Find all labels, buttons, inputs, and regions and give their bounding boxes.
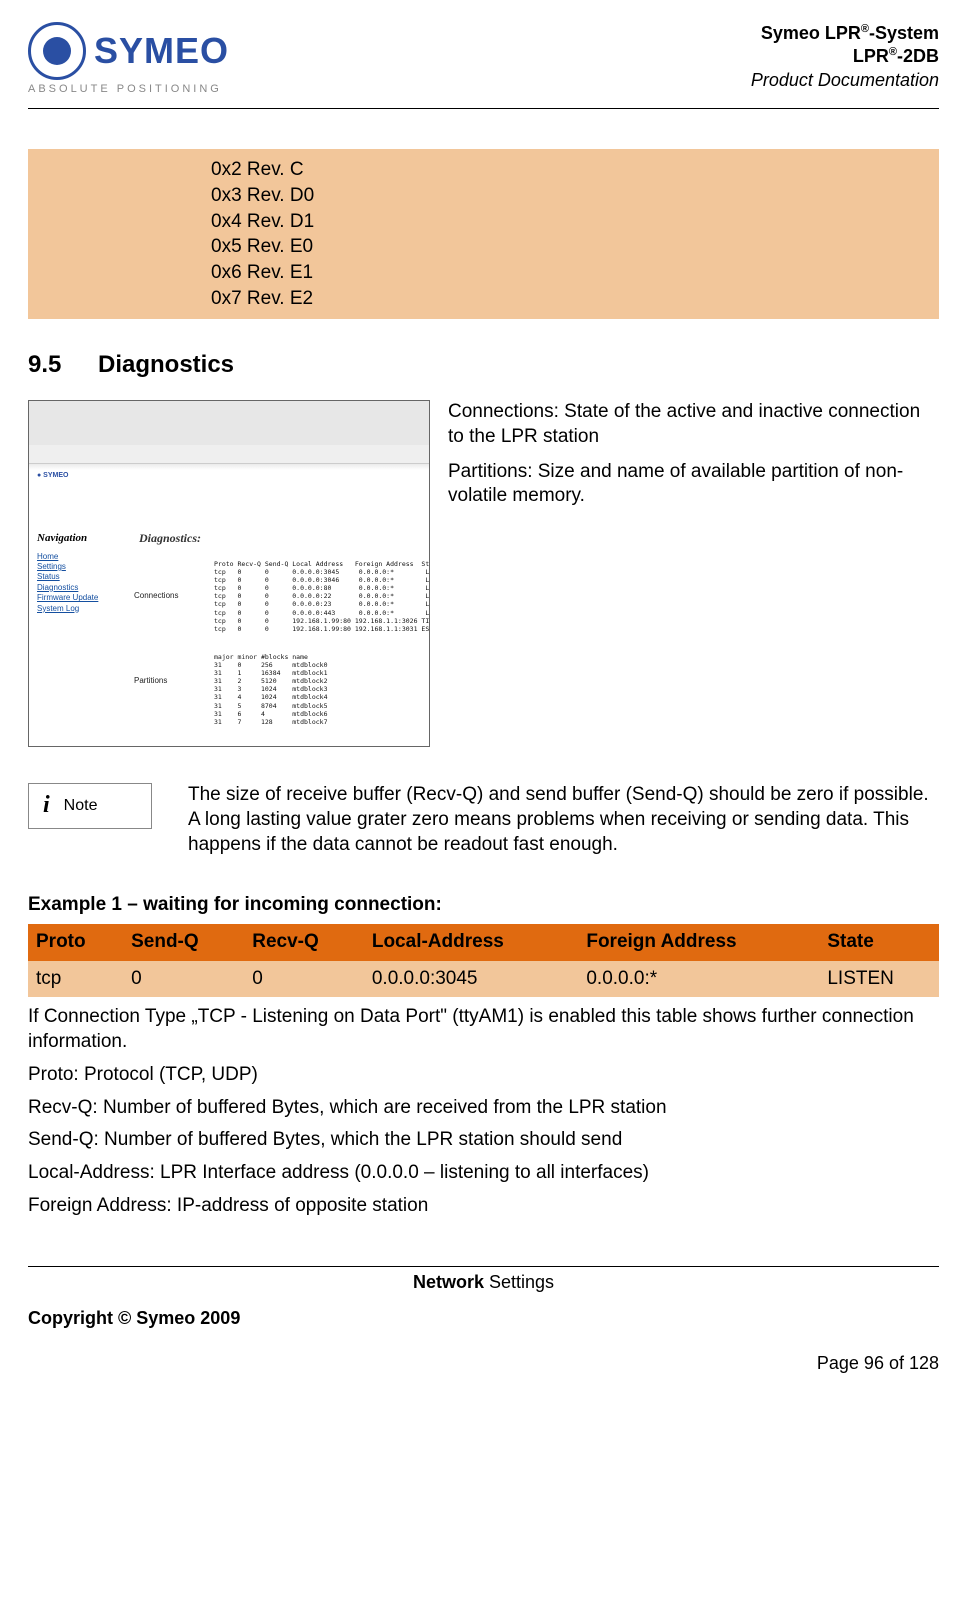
- th-state: State: [819, 924, 939, 961]
- note-text: The size of receive buffer (Recv-Q) and …: [188, 783, 939, 857]
- after-p: Proto: Protocol (TCP, UDP): [28, 1063, 939, 1088]
- logo-text: SYMEO: [94, 28, 229, 75]
- info-icon: i: [43, 790, 50, 821]
- rev-item: 0x4 Rev. D1: [211, 209, 314, 235]
- header-title-block: Symeo LPR®-System LPR®-2DB Product Docum…: [751, 22, 939, 92]
- after-p: Foreign Address: IP-address of opposite …: [28, 1194, 939, 1219]
- after-p: Send-Q: Number of buffered Bytes, which …: [28, 1128, 939, 1153]
- th-foreign: Foreign Address: [578, 924, 819, 961]
- diagnostics-text: Connections: State of the active and ina…: [448, 400, 939, 519]
- hdr-line3: Product Documentation: [751, 69, 939, 92]
- th-proto: Proto: [28, 924, 123, 961]
- mini-conn-table: Proto Recv-Q Send-Q Local Address Foreig…: [214, 560, 430, 633]
- th-sendq: Send-Q: [123, 924, 244, 961]
- note-badge: i Note: [28, 783, 152, 828]
- hdr-line1b: -System: [869, 23, 939, 43]
- rev-item: 0x6 Rev. E1: [211, 260, 314, 286]
- hdr-line2a: LPR: [853, 46, 889, 66]
- rev-item: 0x5 Rev. E0: [211, 234, 314, 260]
- hdr-line1a: Symeo LPR: [761, 23, 861, 43]
- section-number: 9.5: [28, 349, 98, 380]
- diagnostics-screenshot: ● SYMEO Navigation Home Settings Status …: [28, 400, 430, 747]
- after-p: If Connection Type „TCP - Listening on D…: [28, 1005, 939, 1054]
- rev-item: 0x3 Rev. D0: [211, 183, 314, 209]
- logo-block: SYMEO ABSOLUTE POSITIONING: [28, 22, 229, 96]
- example-heading: Example 1 – waiting for incoming connect…: [28, 893, 939, 918]
- footer-copyright: Copyright © Symeo 2009: [28, 1307, 939, 1330]
- revision-list: 0x2 Rev. C 0x3 Rev. D0 0x4 Rev. D1 0x5 R…: [211, 157, 314, 311]
- section-title: Diagnostics: [98, 351, 234, 378]
- diag-p1: Connections: State of the active and ina…: [448, 400, 939, 449]
- rev-item: 0x2 Rev. C: [211, 157, 314, 183]
- page-header: SYMEO ABSOLUTE POSITIONING Symeo LPR®-Sy…: [28, 22, 939, 108]
- header-rule: [28, 108, 939, 109]
- after-p: Local-Address: LPR Interface address (0.…: [28, 1161, 939, 1186]
- example-table: Proto Send-Q Recv-Q Local-Address Foreig…: [28, 924, 939, 997]
- th-local: Local-Address: [364, 924, 579, 961]
- table-row: tcp 0 0 0.0.0.0:3045 0.0.0.0:* LISTEN: [28, 961, 939, 998]
- revision-box: 0x2 Rev. C 0x3 Rev. D0 0x4 Rev. D1 0x5 R…: [28, 149, 939, 319]
- section-heading: 9.5Diagnostics: [28, 349, 939, 380]
- note-row: i Note The size of receive buffer (Recv-…: [28, 783, 939, 857]
- footer-page-number: Page 96 of 128: [28, 1352, 939, 1375]
- rev-item: 0x7 Rev. E2: [211, 286, 314, 312]
- note-label: Note: [64, 796, 98, 817]
- footer-section: Network Settings: [28, 1267, 939, 1298]
- logo-subtext: ABSOLUTE POSITIONING: [28, 82, 229, 96]
- after-p: Recv-Q: Number of buffered Bytes, which …: [28, 1096, 939, 1121]
- diag-p2: Partitions: Size and name of available p…: [448, 460, 939, 509]
- mini-part-table: major minor #blocks name 31 0 256 mtdblo…: [214, 653, 328, 726]
- page-footer: Network Settings Copyright © Symeo 2009 …: [28, 1266, 939, 1375]
- logo-icon: [28, 22, 86, 80]
- after-list: If Connection Type „TCP - Listening on D…: [28, 1005, 939, 1218]
- hdr-line2b: -2DB: [897, 46, 939, 66]
- th-recvq: Recv-Q: [244, 924, 364, 961]
